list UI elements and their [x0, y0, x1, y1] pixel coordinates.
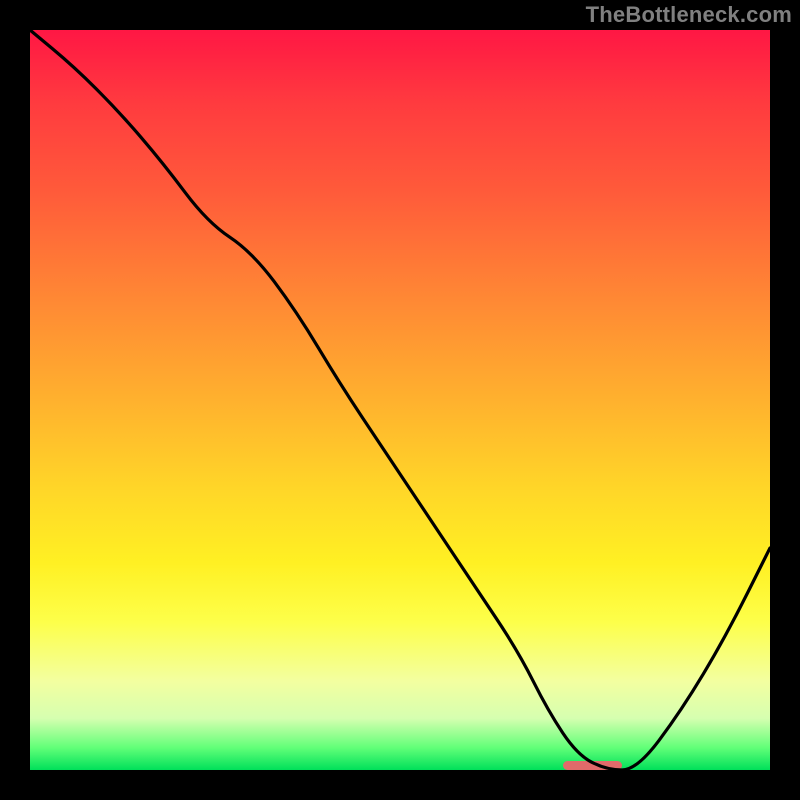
plot-area	[30, 30, 770, 770]
bottleneck-curve	[30, 30, 770, 770]
chart-frame: TheBottleneck.com	[0, 0, 800, 800]
watermark-text: TheBottleneck.com	[586, 2, 792, 28]
